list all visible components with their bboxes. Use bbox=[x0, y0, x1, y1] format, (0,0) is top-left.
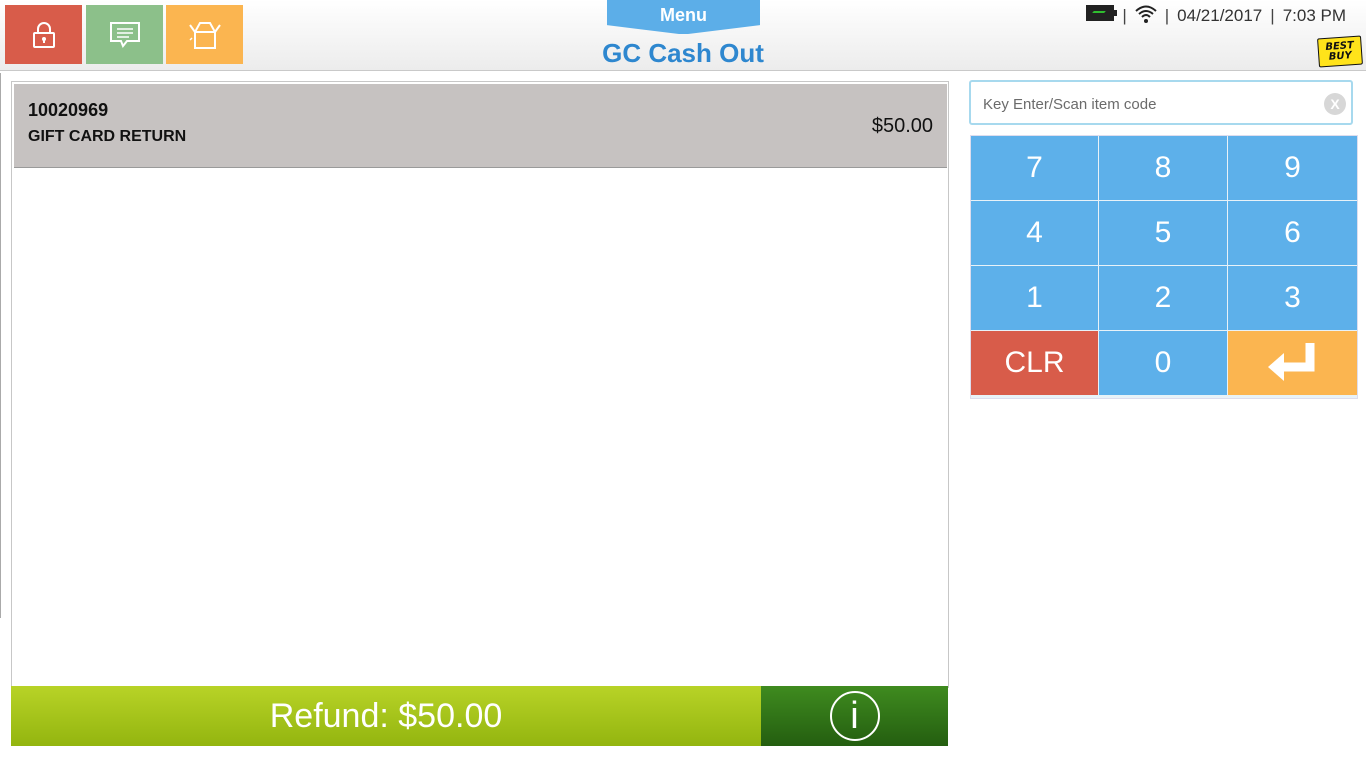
logo-text-bottom: BUY bbox=[1328, 49, 1353, 63]
key-2[interactable]: 2 bbox=[1099, 266, 1227, 330]
page-title: GC Cash Out bbox=[602, 38, 764, 68]
item-name: GIFT CARD RETURN bbox=[28, 128, 187, 145]
key-9[interactable]: 9 bbox=[1228, 136, 1357, 200]
status-bar: | | 04/21/2017 | 7:03 PM bbox=[1086, 5, 1346, 27]
lock-button[interactable] bbox=[5, 5, 82, 64]
key-3[interactable]: 3 bbox=[1228, 266, 1357, 330]
info-icon: i bbox=[829, 691, 880, 741]
enter-key[interactable] bbox=[1228, 331, 1357, 395]
numeric-keypad: 7 8 9 4 5 6 1 2 3 CLR 0 bbox=[970, 135, 1358, 399]
enter-icon bbox=[1267, 343, 1314, 381]
battery-icon bbox=[1086, 5, 1118, 21]
key-7[interactable]: 7 bbox=[971, 136, 1098, 200]
message-button[interactable] bbox=[86, 5, 163, 64]
key-4[interactable]: 4 bbox=[971, 201, 1098, 265]
lock-icon bbox=[32, 21, 55, 48]
item-code-search: X bbox=[969, 80, 1353, 125]
status-separator: | bbox=[1270, 6, 1275, 25]
key-8[interactable]: 8 bbox=[1099, 136, 1227, 200]
menu-tab[interactable]: Menu bbox=[607, 0, 760, 34]
box-button[interactable] bbox=[166, 5, 243, 64]
key-6[interactable]: 6 bbox=[1228, 201, 1357, 265]
divider bbox=[0, 73, 1, 618]
key-1[interactable]: 1 bbox=[971, 266, 1098, 330]
item-code-input[interactable] bbox=[981, 91, 1325, 117]
header-bar: Menu GC Cash Out | | 04/21/2017 | 7:03 P… bbox=[0, 0, 1366, 71]
refund-label: Refund: $50.00 bbox=[269, 696, 503, 735]
refund-button[interactable]: Refund: $50.00 bbox=[11, 686, 761, 746]
status-separator: | bbox=[1122, 6, 1127, 25]
status-date: 04/21/2017 bbox=[1177, 6, 1263, 25]
key-0[interactable]: 0 bbox=[1099, 331, 1227, 395]
box-icon bbox=[188, 21, 221, 49]
info-button[interactable]: i bbox=[761, 686, 948, 746]
message-icon bbox=[109, 21, 140, 48]
best-buy-logo: BEST BUY bbox=[1317, 35, 1363, 68]
status-separator: | bbox=[1164, 6, 1170, 25]
item-code: 10020969 bbox=[28, 100, 109, 120]
item-price: $50.00 bbox=[871, 115, 933, 137]
clear-key[interactable]: CLR bbox=[971, 331, 1098, 395]
clear-input-button[interactable]: X bbox=[1324, 93, 1346, 115]
item-list: 10020969 GIFT CARD RETURN $50.00 bbox=[11, 81, 949, 688]
key-5[interactable]: 5 bbox=[1099, 201, 1227, 265]
wifi-icon bbox=[1135, 5, 1157, 23]
list-item[interactable]: 10020969 GIFT CARD RETURN $50.00 bbox=[14, 84, 947, 168]
status-time: 7:03 PM bbox=[1282, 6, 1346, 25]
